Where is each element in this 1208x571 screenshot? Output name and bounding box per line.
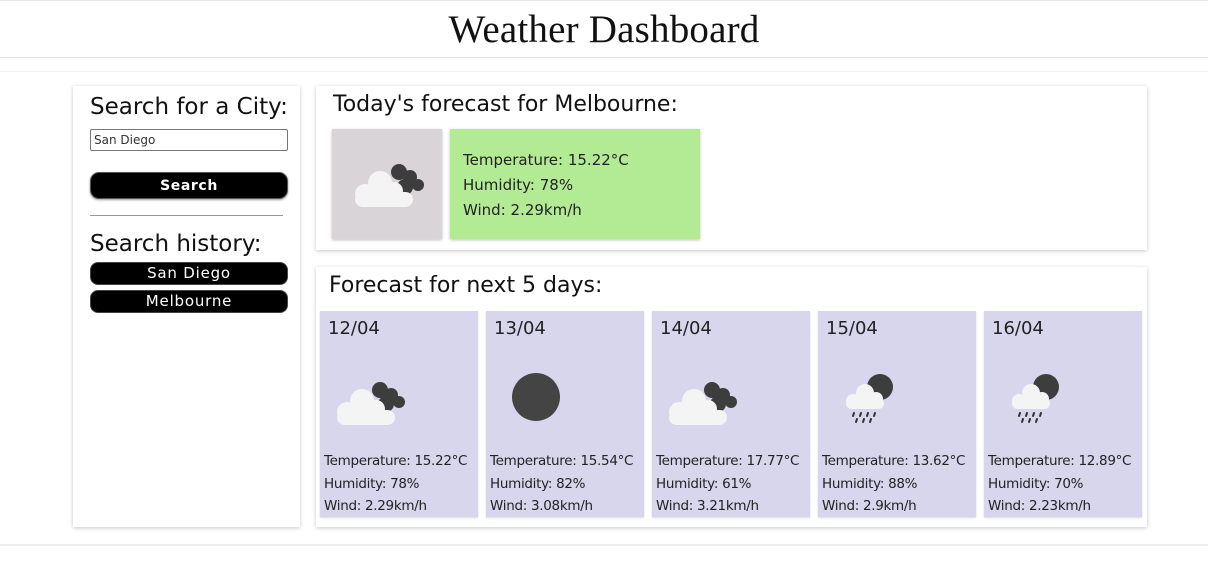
- forecast-stats: Temperature: 17.77°C Humidity: 61% Wind:…: [656, 450, 810, 518]
- history-button-melbourne[interactable]: Melbourne: [90, 290, 288, 313]
- forecast-wind: Wind: 2.29km/h: [324, 498, 427, 514]
- history-list: San Diego Melbourne: [90, 262, 288, 318]
- forecast-temperature: Temperature: 15.22°C: [324, 453, 468, 469]
- forecast-wind: Wind: 3.21km/h: [656, 498, 759, 514]
- history-heading: Search history:: [90, 231, 262, 257]
- search-sidebar: Search for a City: Search Search history…: [73, 86, 300, 527]
- forecast-day-card: 16/04 Temperature: 12.89°C Humidity: 70%…: [984, 311, 1142, 517]
- forecast-stats: Temperature: 13.62°C Humidity: 88% Wind:…: [822, 450, 976, 518]
- forecast-day-card: 12/04 Temperature: 15.22°C Humidity: 78%…: [320, 311, 478, 517]
- forecast-humidity: Humidity: 82%: [490, 475, 586, 492]
- forecast-temperature: Temperature: 17.77°C: [656, 453, 800, 469]
- header-divider: [0, 71, 1208, 72]
- forecast-wind: Wind: 2.9km/h: [822, 498, 917, 514]
- rain-icon: [846, 374, 893, 423]
- forecast-heading: Forecast for next 5 days:: [329, 273, 603, 298]
- forecast-humidity: Humidity: 61%: [656, 475, 752, 492]
- forecast-date: 13/04: [494, 318, 546, 339]
- footer-divider: [0, 544, 1208, 546]
- city-search-input[interactable]: [90, 129, 288, 151]
- cloudy-icon: [337, 382, 405, 425]
- search-button[interactable]: Search: [90, 172, 288, 199]
- page-title: Weather Dashboard: [448, 7, 760, 51]
- forecast-stats: Temperature: 15.54°C Humidity: 82% Wind:…: [490, 450, 644, 518]
- forecast-wind: Wind: 3.08km/h: [490, 498, 593, 514]
- forecast-wind: Wind: 2.23km/h: [988, 498, 1091, 514]
- forecast-temperature: Temperature: 15.54°C: [490, 453, 634, 469]
- cloudy-icon: [669, 382, 737, 425]
- history-button-san-diego[interactable]: San Diego: [90, 262, 288, 285]
- forecast-temperature: Temperature: 13.62°C: [822, 453, 966, 469]
- forecast-humidity: Humidity: 88%: [822, 475, 918, 492]
- forecast-humidity: Humidity: 78%: [324, 475, 420, 492]
- today-stats: Temperature: 15.22°C Humidity: 78% Wind:…: [450, 129, 700, 239]
- forecast-cards: 12/04 Temperature: 15.22°C Humidity: 78%…: [320, 311, 1143, 517]
- forecast-stats: Temperature: 12.89°C Humidity: 70% Wind:…: [988, 450, 1142, 518]
- five-day-forecast-panel: Forecast for next 5 days: 12/04 Temperat…: [316, 267, 1147, 527]
- search-heading: Search for a City:: [90, 94, 288, 120]
- today-icon-box: [332, 129, 442, 239]
- today-wind: Wind: 2.29km/h: [463, 201, 582, 219]
- sidebar-divider: [90, 215, 283, 216]
- page-header: Weather Dashboard: [0, 1, 1208, 58]
- forecast-temperature: Temperature: 12.89°C: [988, 453, 1132, 469]
- forecast-day-card: 15/04 Temperature: 13.62°C Humidity: 88%…: [818, 311, 976, 517]
- today-temperature: Temperature: 15.22°C: [463, 151, 629, 169]
- today-humidity: Humidity: 78%: [463, 176, 574, 194]
- cloudy-partly-icon: [355, 164, 424, 207]
- forecast-humidity: Humidity: 70%: [988, 475, 1084, 492]
- forecast-date: 15/04: [826, 318, 878, 339]
- forecast-date: 16/04: [992, 318, 1044, 339]
- forecast-date: 12/04: [328, 318, 380, 339]
- forecast-date: 14/04: [660, 318, 712, 339]
- today-forecast-panel: Today's forecast for Melbourne: Temperat…: [316, 86, 1147, 250]
- forecast-day-card: 14/04 Temperature: 17.77°C Humidity: 61%…: [652, 311, 810, 517]
- rain-icon: [1012, 374, 1059, 423]
- forecast-day-card: 13/04 Temperature: 15.54°C Humidity: 82%…: [486, 311, 644, 517]
- today-heading: Today's forecast for Melbourne:: [333, 92, 678, 117]
- forecast-stats: Temperature: 15.22°C Humidity: 78% Wind:…: [324, 450, 478, 518]
- sun-icon: [512, 373, 560, 421]
